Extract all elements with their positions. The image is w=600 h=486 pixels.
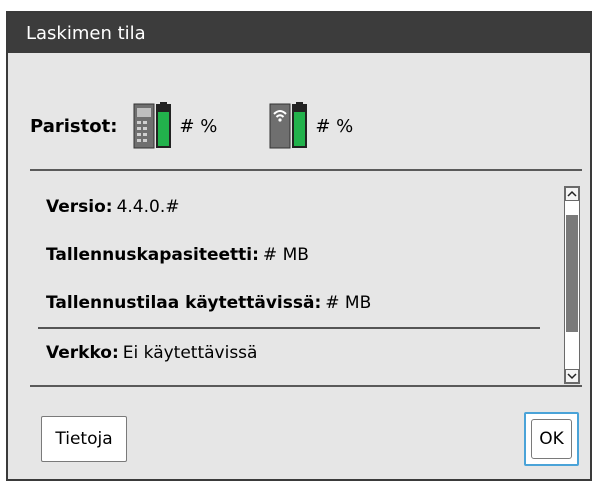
handheld-battery-icon (133, 102, 172, 149)
scroll-up-arrow[interactable] (565, 187, 579, 201)
wireless-battery: # % (269, 102, 353, 150)
wireless-battery-icon (269, 102, 308, 149)
info-row-network: Verkko: Ei käytettävissä (30, 329, 548, 377)
capacity-value: # MB (262, 245, 309, 265)
info-row-available: Tallennustilaa käytettävissä: # MB (30, 279, 548, 327)
network-value: Ei käytettävissä (122, 343, 258, 363)
handheld-battery-value: # % (179, 115, 218, 137)
battery-label: Paristot: (30, 115, 118, 137)
status-dialog: Laskimen tila Paristot: # % # % Versio: … (6, 11, 592, 481)
ok-button[interactable]: OK (524, 412, 579, 466)
info-button[interactable]: Tietoja (41, 416, 127, 462)
ok-button-label: OK (531, 419, 572, 459)
version-label: Versio: (46, 197, 113, 217)
capacity-label: Tallennuskapasiteetti: (46, 245, 259, 265)
battery-row: Paristot: # % # % (30, 101, 353, 151)
available-value: # MB (325, 293, 372, 313)
available-label: Tallennustilaa käytettävissä: (46, 293, 322, 313)
network-label: Verkko: (46, 343, 119, 363)
info-row-version: Versio: 4.4.0.# (30, 183, 548, 231)
dialog-title: Laskimen tila (8, 13, 590, 53)
divider (30, 385, 582, 387)
chevron-down-icon (567, 373, 577, 380)
scroll-down-arrow[interactable] (565, 369, 579, 383)
scrollbar[interactable] (564, 186, 580, 384)
wireless-battery-value: # % (315, 115, 354, 137)
scroll-thumb[interactable] (566, 215, 578, 332)
version-value: 4.4.0.# (116, 197, 180, 217)
divider (30, 169, 582, 171)
info-list: Versio: 4.4.0.# Tallennuskapasiteetti: #… (30, 183, 548, 381)
chevron-up-icon (567, 190, 577, 197)
info-row-capacity: Tallennuskapasiteetti: # MB (30, 231, 548, 279)
handheld-battery: # % (133, 102, 217, 150)
